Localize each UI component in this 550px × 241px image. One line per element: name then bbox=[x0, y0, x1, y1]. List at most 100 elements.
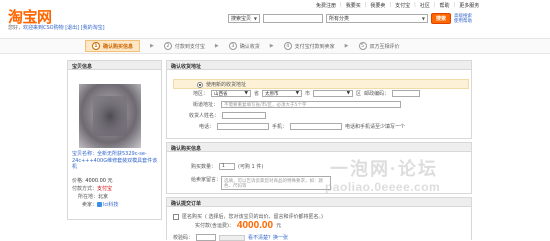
greeting-user[interactable]: 欢迎来到CSO购物 bbox=[23, 25, 64, 31]
quantity-input[interactable]: 1 bbox=[219, 163, 236, 170]
step-label: 双方互相评价 bbox=[369, 43, 400, 50]
message-row: 给卖家留言： bbox=[191, 176, 221, 183]
step-number: 1 bbox=[92, 42, 100, 50]
total-unit: 元 bbox=[276, 223, 282, 229]
price-value: 4000.00 元 bbox=[85, 178, 113, 184]
step-arrow-icon: ▶ bbox=[150, 43, 154, 49]
province-unit: 省 bbox=[254, 91, 260, 97]
order-progress-steps: 1 确认购买信息 ▶ 2 付款到支付宝 ▶ 3 确认收货 ▶ 4 支付宝付款到卖家 ▶ … bbox=[0, 38, 550, 54]
nav-community[interactable]: 社区 bbox=[420, 2, 430, 9]
total-price: 4000.00 bbox=[236, 220, 274, 231]
step-receive: 3 确认收货 bbox=[228, 42, 260, 50]
district-select[interactable]: ▼ bbox=[313, 90, 354, 97]
anonymous-checkbox[interactable] bbox=[173, 213, 179, 220]
quantity-row: 购买数量： 1 (可购 1 件) bbox=[191, 163, 263, 170]
product-panel-title: 宝贝信息 bbox=[68, 61, 161, 70]
postcode-label: 邮政编码： bbox=[364, 91, 390, 97]
chevron-down-icon: ▼ bbox=[295, 91, 300, 96]
phone-input[interactable] bbox=[217, 123, 270, 130]
search-scope-value: 搜索宝贝 bbox=[231, 16, 252, 22]
total-row: 实付款(含运费)： 4000.00 元 bbox=[195, 220, 281, 231]
seller-message-textarea[interactable]: 选填，可以告诉卖家您对商品的特殊要求，如：颜色、尺码等 bbox=[221, 176, 331, 190]
watermark-url: paoliao.0eeee.com bbox=[325, 180, 441, 194]
nav-help[interactable]: 帮助 bbox=[440, 2, 450, 9]
chevron-down-icon: ▼ bbox=[421, 16, 425, 21]
receiver-label: 收货人姓名： bbox=[189, 113, 220, 119]
submit-order-panel: 确认提交订单 匿名购买 ( 选择后，您对该宝贝的出价、留言和评价都将匿名。) 实… bbox=[166, 197, 472, 241]
receiver-input[interactable] bbox=[222, 112, 267, 119]
nav-alipay[interactable]: 支付宝 bbox=[395, 2, 410, 9]
anonymous-row: 匿名购买 ( 选择后，您对该宝贝的出价、留言和评价都将匿名。) bbox=[173, 213, 323, 220]
step-number: 4 bbox=[283, 42, 292, 50]
step-number: 2 bbox=[163, 42, 172, 50]
mobile-input[interactable] bbox=[290, 123, 343, 130]
search-scope-select[interactable]: 搜索宝贝 ▼ bbox=[228, 14, 260, 23]
quantity-note: (可购 1 件) bbox=[238, 164, 264, 170]
step-arrow-icon: ▶ bbox=[214, 43, 219, 49]
location-value: 北京 bbox=[98, 194, 109, 200]
street-row: 街道地址： 不需要重复填写省/市/区，必须大于5个字 bbox=[193, 101, 402, 108]
product-thumbnail[interactable] bbox=[79, 84, 141, 148]
logout-link[interactable]: [退出] bbox=[65, 25, 79, 31]
pay-value: 支付宝 bbox=[97, 186, 113, 192]
new-address-label: 使用新的收货地址 bbox=[206, 82, 247, 88]
my-taobao-link[interactable]: [我的淘宝] bbox=[81, 25, 105, 31]
step-label: 确认收货 bbox=[239, 43, 260, 50]
receiver-row: 收货人姓名： bbox=[189, 112, 267, 119]
mobile-label: 手机： bbox=[272, 124, 288, 130]
street-input[interactable]: 不需要重复填写省/市/区，必须大于5个字 bbox=[221, 101, 402, 108]
chevron-down-icon: ▼ bbox=[244, 91, 249, 96]
advanced-search-link[interactable]: 高级搜索 使用帮助 bbox=[454, 14, 480, 24]
nav-sell[interactable]: 我要卖 bbox=[370, 2, 385, 9]
product-name: 宝贝名称：全新无所获5329c-se-24c+++400G维修套装双模具套件 bbox=[72, 151, 153, 164]
chevron-down-icon: ▼ bbox=[253, 16, 257, 21]
region-row: 地区： 山西省 ▼ 省 太原市 ▼ 市 ▼ 区 邮政编码： bbox=[193, 90, 421, 97]
total-label: 实付款(含运费)： bbox=[195, 223, 234, 229]
top-navigation: 免费注册 | 我要买 | 我要卖 | 支付宝 | 社区 | 帮助 | 更多服务 bbox=[316, 2, 480, 9]
product-name-link[interactable]: 宝贝名称：全新无所获5329c-se-24c+++400G维修套装双模具套件该机 bbox=[72, 151, 160, 171]
search-button[interactable]: 搜索 bbox=[431, 13, 451, 24]
category-select[interactable]: 所有分类 ▼ bbox=[326, 14, 428, 23]
anonymous-note: ( 选择后，您对该宝贝的出价、留言和评价都将匿名。) bbox=[205, 214, 324, 220]
greeting: 您好，欢迎来到CSO购物 [退出] [我的淘宝] bbox=[8, 24, 105, 31]
chevron-down-icon: ▼ bbox=[346, 91, 351, 96]
price-label: 价格: bbox=[72, 178, 84, 184]
postcode-input[interactable] bbox=[392, 90, 421, 97]
city-select[interactable]: 太原市 ▼ bbox=[262, 90, 303, 97]
step-number: 5 bbox=[358, 42, 367, 50]
new-address-option[interactable]: 使用新的收货地址 bbox=[197, 81, 246, 88]
wangwang-icon[interactable] bbox=[97, 202, 103, 207]
city-unit: 市 bbox=[305, 91, 311, 97]
category-value: 所有分类 bbox=[329, 16, 350, 22]
nav-buy[interactable]: 我要买 bbox=[346, 2, 361, 9]
phone-row: 电话： 手机： 电话和手机请至少填写一个 bbox=[199, 123, 405, 130]
step-confirm: 1 确认购买信息 bbox=[85, 40, 141, 52]
greeting-prefix: 您好， bbox=[8, 25, 24, 31]
step-label: 付款到支付宝 bbox=[174, 43, 205, 50]
new-address-radio[interactable] bbox=[197, 81, 203, 88]
step-label: 支付宝付款到卖家 bbox=[294, 43, 335, 50]
phone-label: 电话： bbox=[199, 124, 215, 130]
address-panel: 确认收货地址 使用新的收货地址 地区： 山西省 ▼ 省 太原市 ▼ 市 ▼ 区 邮政… bbox=[166, 60, 472, 139]
quantity-label: 购买数量： bbox=[191, 164, 217, 170]
address-panel-title: 确认收货地址 bbox=[167, 61, 471, 70]
nav-register[interactable]: 免费注册 bbox=[316, 2, 336, 9]
product-details: 价格: 4000.00 元 付款方式：支付宝 所在地：北京 卖家： lci科技 bbox=[72, 177, 160, 209]
seller-link[interactable]: lci科技 bbox=[103, 202, 119, 208]
nav-more[interactable]: 更多服务 bbox=[459, 2, 479, 9]
step-arrow-icon: ▶ bbox=[269, 43, 274, 49]
step-number: 3 bbox=[228, 42, 237, 50]
seller-label: 卖家： bbox=[82, 202, 98, 208]
message-label: 给卖家留言： bbox=[191, 177, 222, 183]
product-info-panel: 宝贝信息 宝贝名称：全新无所获5329c-se-24c+++400G维修套装双模… bbox=[67, 60, 162, 220]
region-label: 地区： bbox=[193, 91, 209, 97]
province-value: 山西省 bbox=[214, 91, 228, 97]
province-select[interactable]: 山西省 ▼ bbox=[211, 90, 252, 97]
step-release: 4 支付宝付款到卖家 bbox=[283, 42, 335, 50]
location-label: 所在地： bbox=[78, 194, 99, 200]
anonymous-label: 匿名购买 bbox=[182, 214, 203, 220]
pay-label: 付款方式： bbox=[72, 186, 98, 192]
search-input[interactable] bbox=[263, 14, 323, 23]
step-rate: 5 双方互相评价 bbox=[358, 42, 400, 50]
step-label: 确认购买信息 bbox=[103, 43, 134, 50]
